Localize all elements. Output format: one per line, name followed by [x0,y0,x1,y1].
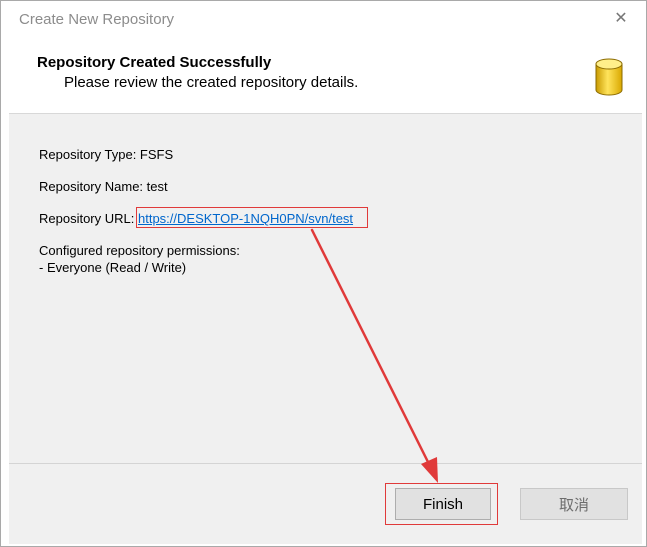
repository-type: Repository Type: FSFS [39,147,174,162]
create-repository-dialog: Create New Repository ✕ Repository Creat… [0,0,647,547]
permissions-heading: Configured repository permissions: [39,243,240,258]
database-icon [595,58,623,96]
repository-name: Repository Name: test [39,179,168,194]
close-button[interactable]: ✕ [606,7,636,31]
repository-url-label: Repository URL: [39,211,138,226]
url-highlight-box [136,207,368,228]
cancel-button[interactable]: 取消 [520,488,628,520]
finish-highlight-box [385,483,498,525]
wizard-header: Repository Created Successfully Please r… [9,39,642,114]
close-icon: ✕ [614,10,628,27]
details-panel: Repository Type: FSFS Repository Name: t… [9,114,642,463]
permissions-entry: - Everyone (Read / Write) [39,260,187,275]
window-title: Create New Repository [19,11,175,28]
header-subtitle: Please review the created repository det… [64,74,359,91]
title-bar[interactable]: Create New Repository ✕ [1,1,646,39]
header-title: Repository Created Successfully [37,54,272,71]
